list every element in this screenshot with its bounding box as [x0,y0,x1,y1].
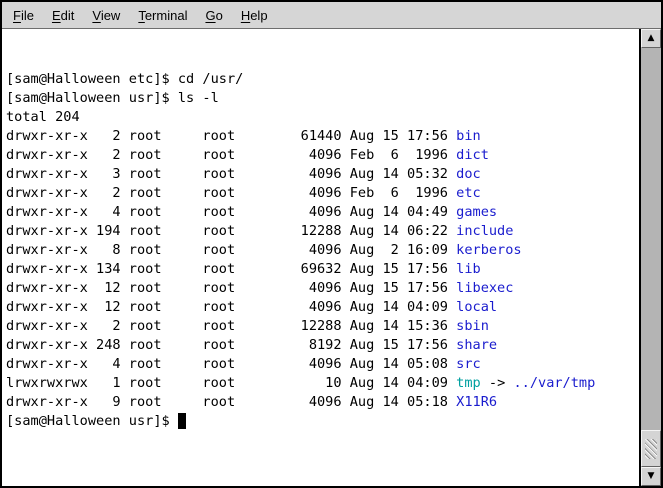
directory-name: libexec [456,280,513,296]
terminal-line: [sam@Halloween usr]$ ls -l [6,89,639,108]
terminal-line: drwxr-xr-x 2 root root 12288 Aug 14 15:3… [6,317,639,336]
menu-item-view[interactable]: View [83,8,129,23]
menu-item-help[interactable]: Help [232,8,277,23]
scrollbar-thumb[interactable] [641,430,661,467]
directory-name: ../var/tmp [513,375,595,391]
text-segment: drwxr-xr-x 2 root root 4096 Feb 6 1996 [6,147,456,163]
menu-bar: FileEditViewTerminalGoHelp [2,2,661,29]
thumb-grip-icon [645,439,657,459]
directory-name: games [456,204,497,220]
terminal-line: drwxr-xr-x 8 root root 4096 Aug 2 16:09 … [6,241,639,260]
directory-name: lib [456,261,481,277]
directory-name: kerberos [456,242,521,258]
symlink-name: tmp [456,375,481,391]
text-segment: drwxr-xr-x 2 root root 4096 Feb 6 1996 [6,185,456,201]
terminal-line: drwxr-xr-x 2 root root 4096 Feb 6 1996 d… [6,146,639,165]
text-segment: drwxr-xr-x 194 root root 12288 Aug 14 06… [6,223,456,239]
terminal-line: drwxr-xr-x 4 root root 4096 Aug 14 04:49… [6,203,639,222]
terminal-line: drwxr-xr-x 2 root root 61440 Aug 15 17:5… [6,127,639,146]
text-segment: drwxr-xr-x 12 root root 4096 Aug 14 04:0… [6,299,456,315]
text-segment: drwxr-xr-x 4 root root 4096 Aug 14 04:49 [6,204,456,220]
text-segment: drwxr-xr-x 2 root root 12288 Aug 14 15:3… [6,318,456,334]
terminal-window: FileEditViewTerminalGoHelp [sam@Hallowee… [0,0,663,488]
menu-item-terminal[interactable]: Terminal [129,8,196,23]
text-segment: total 204 [6,109,80,125]
text-segment: drwxr-xr-x 3 root root 4096 Aug 14 05:32 [6,166,456,182]
directory-name: dict [456,147,489,163]
scroll-up-button[interactable]: ▲ [641,29,661,48]
scrollbar[interactable]: ▲ ▼ [641,29,661,486]
terminal-line: drwxr-xr-x 194 root root 12288 Aug 14 06… [6,222,639,241]
directory-name: src [456,356,481,372]
terminal-screen[interactable]: [sam@Halloween etc]$ cd /usr/ [sam@Hallow… [2,29,639,486]
directory-name: doc [456,166,481,182]
terminal-line: drwxr-xr-x 2 root root 4096 Feb 6 1996 e… [6,184,639,203]
text-segment: drwxr-xr-x 9 root root 4096 Aug 14 05:18 [6,394,456,410]
terminal-line: lrwxrwxrwx 1 root root 10 Aug 14 04:09 t… [6,374,639,393]
terminal-line: total 204 [6,108,639,127]
terminal-output: [sam@Halloween etc]$ cd /usr/ [sam@Hallow… [6,70,639,431]
text-segment: drwxr-xr-x 248 root root 8192 Aug 15 17:… [6,337,456,353]
menu-item-file[interactable]: File [4,8,43,23]
text-segment: drwxr-xr-x 2 root root 61440 Aug 15 17:5… [6,128,456,144]
text-segment: -> [481,375,514,391]
text-segment: lrwxrwxrwx 1 root root 10 Aug 14 04:09 [6,375,456,391]
scrollbar-track[interactable] [641,48,661,467]
directory-name: X11R6 [456,394,497,410]
terminal-line: drwxr-xr-x 12 root root 4096 Aug 14 04:0… [6,298,639,317]
text-segment: [sam@Halloween usr]$ [6,413,178,429]
terminal-line: drwxr-xr-x 248 root root 8192 Aug 15 17:… [6,336,639,355]
window-content: [sam@Halloween etc]$ cd /usr/ [sam@Hallow… [2,29,661,486]
arrow-down-icon: ▼ [648,472,655,481]
terminal-line: [sam@Halloween usr]$ [6,412,639,431]
text-segment: drwxr-xr-x 8 root root 4096 Aug 2 16:09 [6,242,456,258]
directory-name: sbin [456,318,489,334]
terminal-line: drwxr-xr-x 3 root root 4096 Aug 14 05:32… [6,165,639,184]
arrow-up-icon: ▲ [648,34,655,43]
terminal-line: [sam@Halloween etc]$ cd /usr/ [6,70,639,89]
directory-name: share [456,337,497,353]
text-segment: [sam@Halloween usr]$ ls -l [6,90,219,106]
text-segment: drwxr-xr-x 134 root root 69632 Aug 15 17… [6,261,456,277]
terminal-line: drwxr-xr-x 12 root root 4096 Aug 15 17:5… [6,279,639,298]
text-segment: drwxr-xr-x 12 root root 4096 Aug 15 17:5… [6,280,456,296]
text-segment: drwxr-xr-x 4 root root 4096 Aug 14 05:08 [6,356,456,372]
directory-name: etc [456,185,481,201]
directory-name: bin [456,128,481,144]
block-cursor [178,413,186,429]
text-segment: [sam@Halloween etc]$ cd /usr/ [6,71,243,87]
menu-item-go[interactable]: Go [196,8,231,23]
scroll-down-button[interactable]: ▼ [641,467,661,486]
terminal-line: drwxr-xr-x 9 root root 4096 Aug 14 05:18… [6,393,639,412]
directory-name: local [456,299,497,315]
terminal-line: drwxr-xr-x 134 root root 69632 Aug 15 17… [6,260,639,279]
menu-item-edit[interactable]: Edit [43,8,83,23]
terminal-line: drwxr-xr-x 4 root root 4096 Aug 14 05:08… [6,355,639,374]
directory-name: include [456,223,513,239]
